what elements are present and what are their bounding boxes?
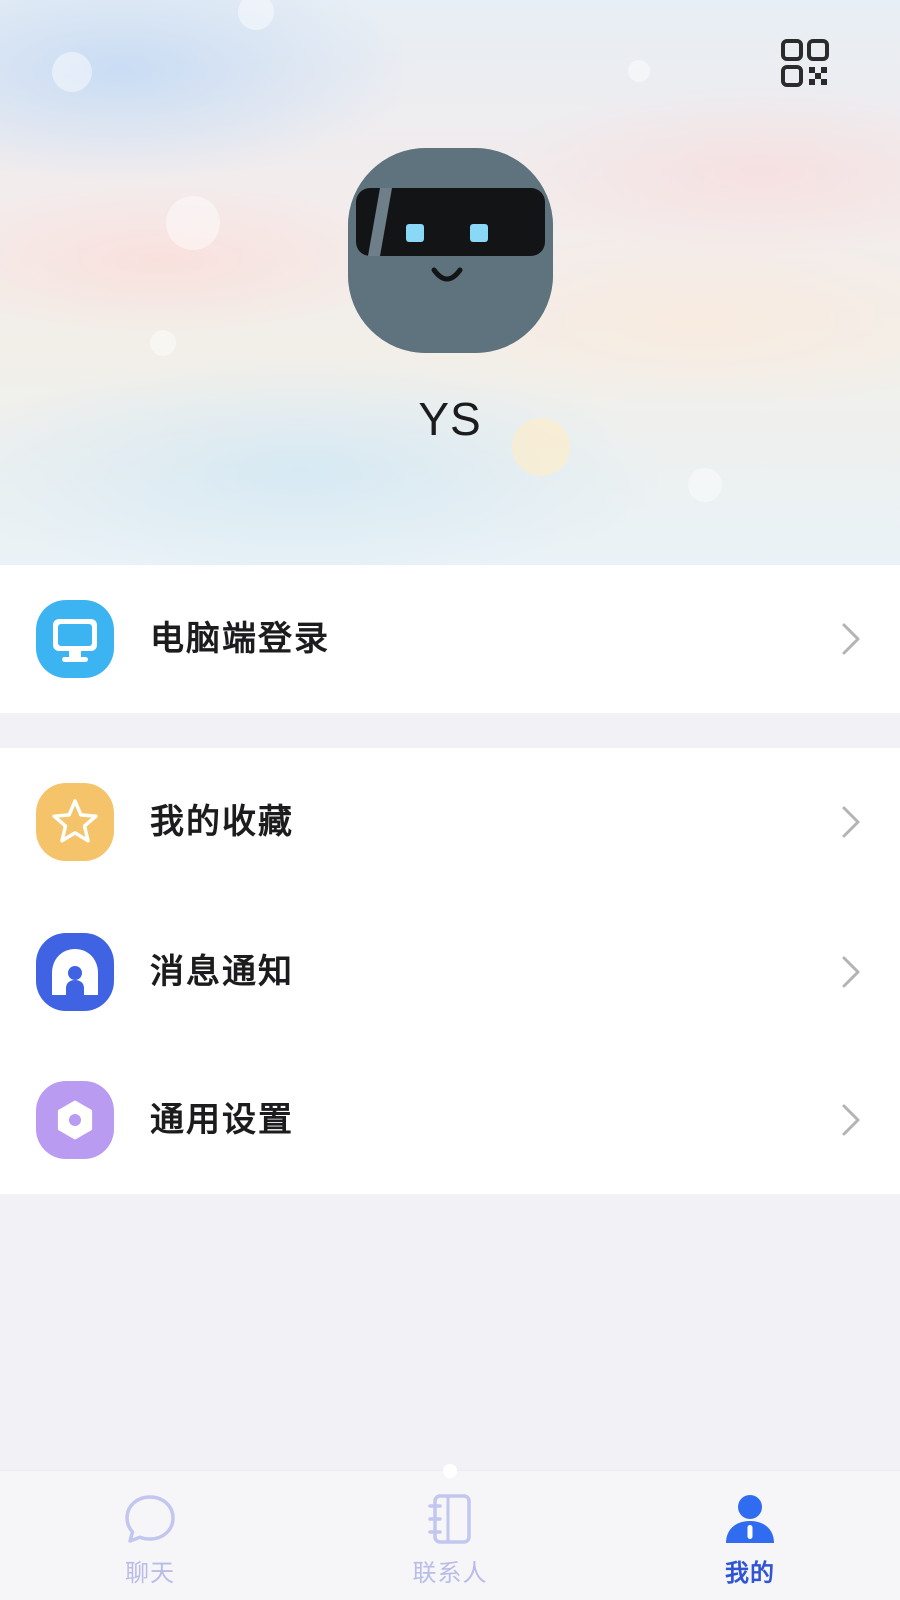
chevron-right-icon xyxy=(838,954,864,990)
background-bokeh xyxy=(238,0,274,30)
notification-icon xyxy=(36,933,114,1011)
tab-contacts[interactable]: 联系人 xyxy=(300,1471,600,1600)
contacts-book-icon xyxy=(422,1491,478,1547)
menu-group-login: 电脑端登录 xyxy=(0,565,900,713)
chevron-right-icon xyxy=(838,804,864,840)
menu-item-label: 电脑端登录 xyxy=(150,619,330,659)
background-bokeh xyxy=(150,330,176,356)
menu-item-label: 通用设置 xyxy=(150,1100,294,1140)
profile-header: YS xyxy=(0,0,900,565)
background-bokeh xyxy=(52,52,92,92)
background-bokeh xyxy=(166,196,220,250)
tab-chat[interactable]: 聊天 xyxy=(0,1471,300,1600)
tab-label: 联系人 xyxy=(412,1559,488,1587)
menu-item-favorites[interactable]: 我的收藏 xyxy=(0,748,900,898)
menu-item-label: 我的收藏 xyxy=(150,802,294,842)
my-profile-page: YS 电脑端登录 我的收藏 消息通知 通用设置 聊天 联系人 我的 xyxy=(0,0,900,1600)
background-bokeh xyxy=(688,468,722,502)
person-icon xyxy=(722,1491,778,1547)
tab-label: 聊天 xyxy=(125,1559,175,1587)
star-icon xyxy=(36,783,114,861)
menu-item-label: 消息通知 xyxy=(150,952,294,992)
avatar[interactable] xyxy=(348,148,553,353)
bottom-tab-bar: 聊天 联系人 我的 xyxy=(0,1470,900,1600)
computer-icon xyxy=(36,600,114,678)
menu-group-main: 我的收藏 消息通知 通用设置 xyxy=(0,748,900,1194)
chevron-right-icon xyxy=(838,621,864,657)
qr-code-icon[interactable] xyxy=(780,38,830,88)
menu-item-general-settings[interactable]: 通用设置 xyxy=(0,1046,900,1194)
chat-bubble-icon xyxy=(122,1491,178,1547)
tab-me[interactable]: 我的 xyxy=(600,1471,900,1600)
tab-label: 我的 xyxy=(725,1559,775,1587)
page-indicator xyxy=(0,1464,900,1478)
chevron-right-icon xyxy=(838,1102,864,1138)
settings-icon xyxy=(36,1081,114,1159)
page-indicator-dot xyxy=(443,1464,457,1478)
menu-item-notifications[interactable]: 消息通知 xyxy=(0,898,900,1046)
username: YS xyxy=(418,393,482,445)
menu-item-desktop-login[interactable]: 电脑端登录 xyxy=(0,565,900,713)
background-bokeh xyxy=(628,60,650,82)
